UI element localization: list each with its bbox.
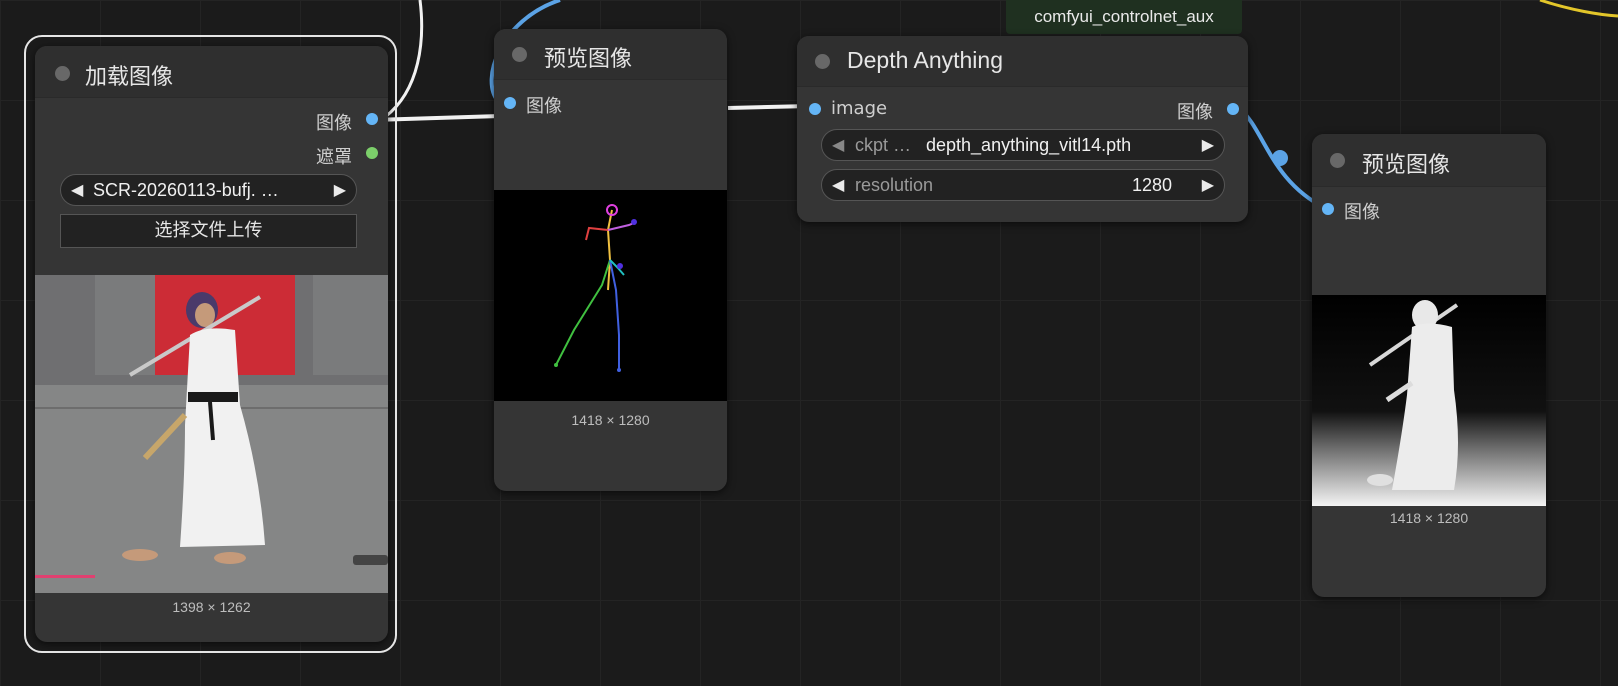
collapse-dot-icon[interactable]	[55, 66, 70, 81]
output-mask-label: 遮罩	[316, 147, 352, 168]
prev-arrow-icon[interactable]: ◀	[71, 180, 83, 200]
group-badge: comfyui_controlnet_aux	[1006, 0, 1242, 34]
output-mask-slot[interactable]	[366, 147, 378, 159]
input-image-label: image	[831, 98, 888, 119]
collapse-dot-icon[interactable]	[512, 47, 527, 62]
input-image-slot[interactable]	[1322, 203, 1334, 215]
resolution-label: resolution	[855, 175, 934, 195]
upload-button[interactable]: 选择文件上传	[60, 214, 357, 248]
node-title: 预览图像	[1362, 153, 1451, 178]
output-image-label: 图像	[316, 113, 352, 134]
input-image-slot[interactable]	[504, 97, 516, 109]
next-arrow-icon[interactable]: ▶	[334, 180, 346, 200]
increment-arrow-icon[interactable]: ▶	[1202, 175, 1214, 195]
collapse-dot-icon[interactable]	[815, 54, 830, 69]
node-header[interactable]: Depth Anything	[797, 36, 1248, 87]
node-title: Depth Anything	[847, 47, 1004, 73]
node-header[interactable]: 预览图像	[494, 29, 727, 80]
input-image-slot[interactable]	[809, 103, 821, 115]
decrement-arrow-icon[interactable]: ◀	[832, 175, 844, 195]
resolution-number-widget[interactable]: ◀ resolution 1280 ▶	[821, 169, 1225, 201]
output-image-slot[interactable]	[366, 113, 378, 125]
file-value: SCR-20260113-bufj. …	[93, 180, 279, 200]
output-image-label: 图像	[1177, 102, 1213, 123]
input-image-label: 图像	[1344, 202, 1380, 223]
preview-image-node-1[interactable]: 预览图像 图像 1418 × 1280	[494, 29, 727, 491]
pose-preview-image	[494, 190, 727, 401]
image-size-label: 1398 × 1262	[172, 599, 251, 615]
ckpt-combo-widget[interactable]: ◀ ckpt … depth_anything_vitl14.pth ▶	[821, 129, 1225, 161]
load-image-node[interactable]: 加载图像 图像 遮罩 ◀ SCR-20260113-bufj. … ▶ 选择文件…	[35, 46, 388, 642]
preview-image-node-2[interactable]: 预览图像 图像 1418 × 1280	[1312, 134, 1546, 597]
prev-arrow-icon[interactable]: ◀	[832, 135, 844, 155]
node-title: 预览图像	[544, 47, 633, 72]
next-arrow-icon[interactable]: ▶	[1202, 135, 1214, 155]
loaded-image-preview	[35, 275, 388, 593]
collapse-dot-icon[interactable]	[1330, 153, 1345, 168]
ckpt-value: depth_anything_vitl14.pth	[926, 135, 1132, 155]
input-image-label: 图像	[526, 96, 562, 117]
output-image-slot[interactable]	[1227, 103, 1239, 115]
file-combo-widget[interactable]: ◀ SCR-20260113-bufj. … ▶	[60, 174, 357, 206]
depth-anything-node[interactable]: Depth Anything image 图像 ◀ ckpt … depth_a…	[797, 36, 1248, 222]
ckpt-label: ckpt …	[855, 135, 912, 155]
image-size-label: 1418 × 1280	[571, 412, 650, 428]
node-header[interactable]: 预览图像	[1312, 134, 1546, 187]
depth-preview-image	[1312, 295, 1546, 506]
image-size-label: 1418 × 1280	[1389, 510, 1469, 526]
resolution-value: 1280	[1131, 175, 1172, 195]
node-header[interactable]: 加载图像	[35, 46, 388, 98]
node-title: 加载图像	[85, 65, 174, 90]
